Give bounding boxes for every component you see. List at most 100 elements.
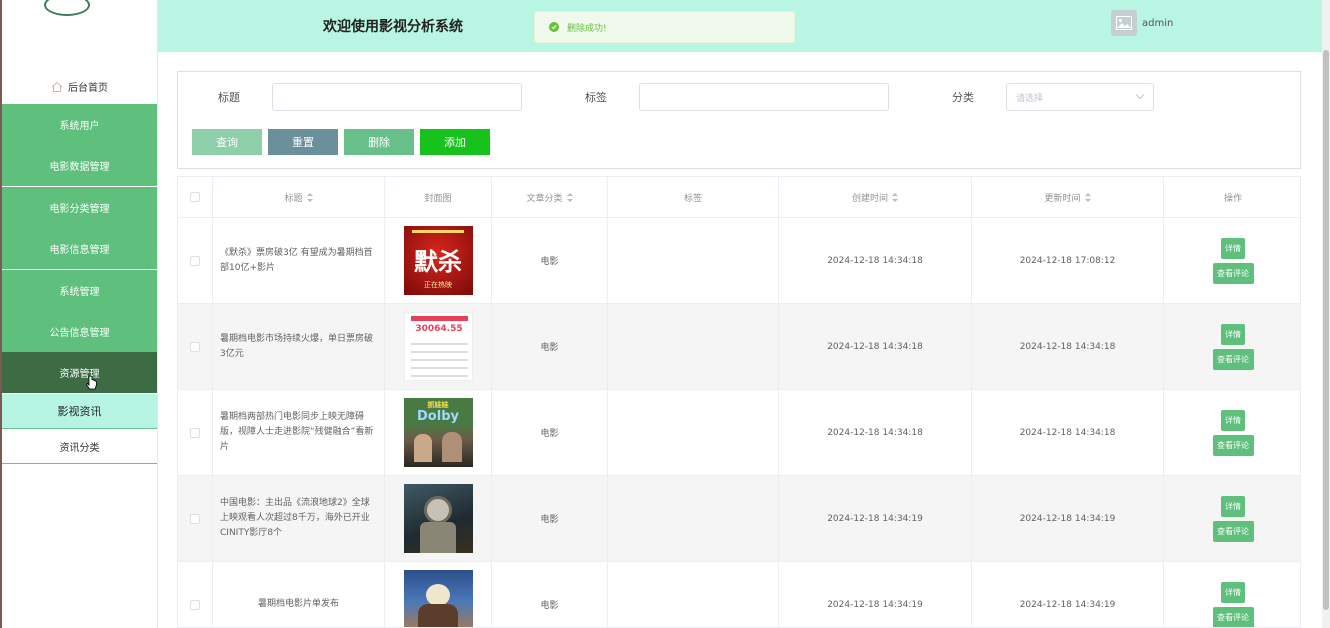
sidebar-item-system-users[interactable]: 系统用户 <box>2 104 157 145</box>
select-all-checkbox[interactable] <box>190 192 200 202</box>
view-comments-button[interactable]: 查看评论 <box>1212 520 1254 542</box>
row-title: 《默杀》票房破3亿 有望成为暑期档首部10亿+影片 <box>220 247 373 273</box>
poster-figure <box>441 432 462 462</box>
view-comments-button[interactable]: 查看评论 <box>1212 262 1254 284</box>
row-title: 中国电影：主出品《流浪地球2》全球上映观看人次超过8千万，海外已开业CINITY… <box>220 498 370 538</box>
logo-image <box>44 0 90 16</box>
home-icon <box>51 81 63 93</box>
sidebar-item-home[interactable]: 后台首页 <box>2 70 157 103</box>
sidebar-item-announcements[interactable]: 公告信息管理 <box>2 311 157 352</box>
column-header-label: 创建时间 <box>851 193 888 204</box>
avatar[interactable] <box>1111 10 1137 36</box>
top-header: 欢迎使用影视分析系统 删除成功! admin <box>158 0 1324 52</box>
poster-suit <box>419 522 456 553</box>
detail-button[interactable]: 详情 <box>1221 323 1245 345</box>
poster-figure-head <box>425 584 450 606</box>
title-filter-input[interactable] <box>272 83 522 111</box>
column-header-cover: 封面图 <box>385 177 492 217</box>
category-select[interactable]: 请选择 <box>1006 83 1154 111</box>
row-checkbox[interactable] <box>190 255 200 266</box>
row-title: 暑期档电影片单发布 <box>257 599 339 609</box>
poster-figure <box>413 434 432 462</box>
sidebar-subitem-news-category[interactable]: 资讯分类 <box>2 429 157 464</box>
title-filter-label: 标题 <box>218 91 240 104</box>
sort-icon[interactable] <box>892 192 898 202</box>
sort-icon[interactable] <box>1084 192 1091 202</box>
row-checkbox[interactable] <box>190 341 200 352</box>
column-header-label: 标签 <box>683 193 702 204</box>
row-select-cell <box>178 304 213 389</box>
cover-image[interactable]: 抓娃娃 Dolby <box>403 398 473 467</box>
scrollbar-thumb[interactable] <box>1323 50 1329 610</box>
sidebar-item-movie-info[interactable]: 电影信息管理 <box>2 228 157 269</box>
sidebar-home-label: 后台首页 <box>68 83 108 94</box>
tag-filter-input[interactable] <box>639 83 889 111</box>
check-circle-icon <box>549 22 559 32</box>
page-scrollbar[interactable] <box>1322 0 1330 628</box>
page-title: 欢迎使用影视分析系统 <box>323 19 463 35</box>
row-select-cell <box>178 476 213 561</box>
poster-line <box>410 375 468 377</box>
sidebar-subitem-movie-news[interactable]: 影视资讯 <box>2 394 157 429</box>
column-header-title[interactable]: 标题 <box>213 177 385 217</box>
table-row: 中国电影：主出品《流浪地球2》全球上映观看人次超过8千万，海外已开业CINITY… <box>178 476 1300 562</box>
detail-button[interactable]: 详情 <box>1221 409 1245 431</box>
created-time-cell: 2024-12-18 14:34:19 <box>779 476 972 561</box>
tag-cell <box>608 218 779 303</box>
column-header-label: 更新时间 <box>1044 193 1081 204</box>
poster-banner <box>411 230 464 233</box>
title-cell: 《默杀》票房破3亿 有望成为暑期档首部10亿+影片 <box>213 218 385 303</box>
updated-time-cell: 2024-12-18 14:34:19 <box>972 562 1164 627</box>
row-checkbox[interactable] <box>190 599 200 610</box>
cover-image[interactable] <box>403 570 473 627</box>
title-cell: 中国电影：主出品《流浪地球2》全球上映观看人次超过8千万，海外已开业CINITY… <box>213 476 385 561</box>
sidebar-item-movie-data[interactable]: 电影数据管理 <box>2 145 157 186</box>
cover-image[interactable] <box>403 484 473 553</box>
table-row: 暑期档两部热门电影同步上映无障碍版，视障人士走进影院“残健融合”看新片 抓娃娃 … <box>178 390 1300 476</box>
detail-button[interactable]: 详情 <box>1221 237 1245 259</box>
row-checkbox[interactable] <box>190 427 200 438</box>
sidebar-item-label: 电影信息管理 <box>49 245 110 256</box>
view-comments-button[interactable]: 查看评论 <box>1212 434 1254 456</box>
cover-cell: 30064.55 <box>385 304 492 389</box>
category-cell: 电影 <box>492 304 608 389</box>
sort-icon[interactable] <box>566 192 573 202</box>
row-select-cell <box>178 390 213 475</box>
column-header-label: 文章分类 <box>526 193 563 204</box>
sidebar-item-system-manage[interactable]: 系统管理 <box>2 270 157 311</box>
cover-cell: 默杀 正在热映 <box>385 218 492 303</box>
search-panel: 标题 标签 分类 请选择 查询 重置 删除 添加 <box>177 71 1301 169</box>
cover-cell <box>385 476 492 561</box>
select-all-cell <box>178 177 213 217</box>
username[interactable]: admin <box>1142 18 1173 29</box>
cover-image[interactable]: 30064.55 <box>403 312 473 381</box>
column-header-category[interactable]: 文章分类 <box>492 177 608 217</box>
sort-icon[interactable] <box>306 192 313 202</box>
column-header-label: 封面图 <box>424 193 452 204</box>
column-header-label: 操作 <box>1223 193 1242 204</box>
title-cell: 暑期档两部热门电影同步上映无障碍版，视障人士走进影院“残健融合”看新片 <box>213 390 385 475</box>
mouse-cursor-icon <box>86 375 97 390</box>
column-header-actions: 操作 <box>1164 177 1300 217</box>
add-button[interactable]: 添加 <box>420 129 490 155</box>
delete-button[interactable]: 删除 <box>344 129 414 155</box>
detail-button[interactable]: 详情 <box>1221 581 1245 603</box>
actions-cell: 详情 查看评论 <box>1164 218 1300 303</box>
cover-image[interactable]: 默杀 正在热映 <box>403 226 473 295</box>
reset-button[interactable]: 重置 <box>268 129 338 155</box>
sidebar-item-resources[interactable]: 资源管理 <box>2 352 157 393</box>
row-checkbox[interactable] <box>190 513 200 524</box>
category-cell: 电影 <box>492 476 608 561</box>
success-toast: 删除成功! <box>534 11 795 43</box>
view-comments-button[interactable]: 查看评论 <box>1212 606 1254 627</box>
view-comments-button[interactable]: 查看评论 <box>1212 348 1254 370</box>
poster-line <box>410 343 468 345</box>
chevron-down-icon <box>1135 90 1145 100</box>
table-header: 标题 封面图 文章分类 标签 创建时间 更新时间 操作 <box>178 177 1300 218</box>
query-button[interactable]: 查询 <box>192 129 262 155</box>
detail-button[interactable]: 详情 <box>1221 495 1245 517</box>
column-header-created[interactable]: 创建时间 <box>779 177 972 217</box>
sidebar-item-movie-category[interactable]: 电影分类管理 <box>2 187 157 228</box>
column-header-updated[interactable]: 更新时间 <box>972 177 1164 217</box>
actions-cell: 详情 查看评论 <box>1164 476 1300 561</box>
